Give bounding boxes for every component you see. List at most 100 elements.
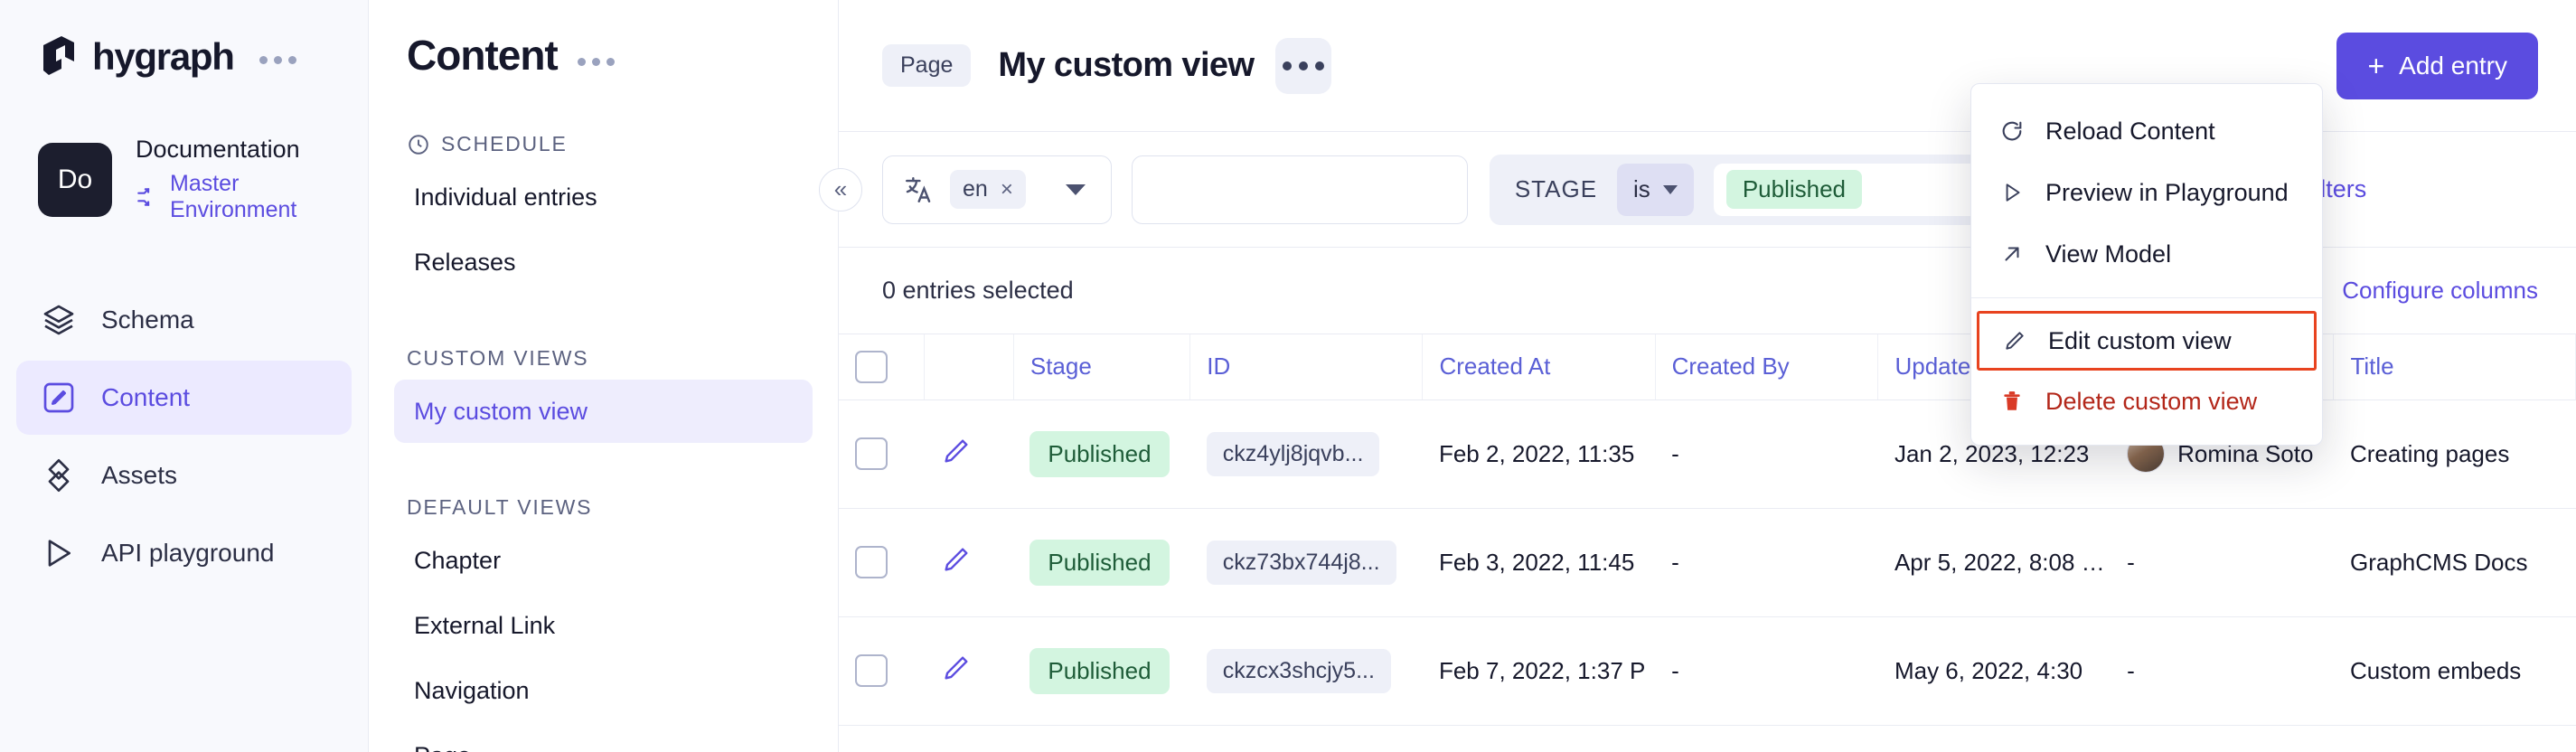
view-options-kebab-button[interactable] <box>1275 38 1331 94</box>
sidebar-item-schema[interactable]: Schema <box>16 283 352 357</box>
translate-icon <box>903 174 934 205</box>
row-checkbox[interactable] <box>855 654 888 687</box>
row-created-by: - <box>1655 616 1878 725</box>
sidebar-item-assets[interactable]: Assets <box>16 438 352 512</box>
row-select-cell[interactable] <box>839 725 925 752</box>
content-views-panel: Content SCHEDULE Individual entries Rele… <box>369 0 839 752</box>
row-title: Creating pages <box>2334 400 2576 508</box>
workspace-kebab-icon[interactable] <box>259 56 296 64</box>
menu-item-delete-custom-view[interactable]: Delete custom view <box>1971 371 2322 432</box>
locale-tag[interactable]: en × <box>950 170 1026 209</box>
row-checkbox[interactable] <box>855 546 888 578</box>
pencil-icon[interactable] <box>941 653 972 683</box>
menu-item-preview-in-playground[interactable]: Preview in Playground <box>1971 162 2322 223</box>
row-edit-cell[interactable] <box>925 400 1014 508</box>
row-updated-at: Apr 5, 2022, 8:08 … <box>1878 508 2111 616</box>
row-updated-by: - <box>2111 616 2334 725</box>
pencil-icon[interactable] <box>941 436 972 466</box>
add-entry-button[interactable]: + Add entry <box>2336 33 2538 99</box>
layers-icon <box>40 301 78 339</box>
view-options-menu: Reload Content Preview in Playground Vie… <box>1970 83 2323 446</box>
column-header-created-by[interactable]: Created By <box>1655 334 1878 400</box>
row-id-cell: ckzcx3shcjy5... <box>1190 616 1423 725</box>
hygraph-logo[interactable]: hygraph <box>38 34 234 80</box>
views-kebab-icon[interactable] <box>578 58 615 66</box>
close-icon[interactable]: × <box>1001 177 1013 202</box>
view-item-label: External Link <box>414 612 555 640</box>
plus-icon: + <box>2367 52 2384 80</box>
row-select-cell[interactable] <box>839 616 925 725</box>
select-all-checkbox[interactable] <box>855 351 888 383</box>
column-header-created-at[interactable]: Created At <box>1423 334 1655 400</box>
project-meta: Documentation Master Environment <box>136 136 368 223</box>
row-title: GraphCMS Docs <box>2334 508 2576 616</box>
section-header-custom-views: CUSTOM VIEWS <box>394 346 813 371</box>
configure-columns-link[interactable]: Configure columns <box>2342 277 2538 305</box>
row-title: Custom embeds <box>2334 616 2576 725</box>
view-item-releases[interactable]: Releases <box>394 230 813 294</box>
entry-id: ckzcx3shcjy5... <box>1207 649 1391 693</box>
view-item-navigation[interactable]: Navigation <box>394 659 813 722</box>
breadcrumb-model-chip[interactable]: Page <box>882 44 971 87</box>
stage-filter-label: STAGE <box>1515 175 1597 203</box>
menu-item-label: Reload Content <box>2045 118 2215 146</box>
column-header-stage[interactable]: Stage <box>1013 334 1189 400</box>
chevron-down-icon[interactable] <box>1066 184 1086 195</box>
view-item-page[interactable]: Page <box>394 724 813 752</box>
row-updated-at: Jan 2, 2023, 12:23 <box>1878 725 2111 752</box>
sidebar-item-content[interactable]: Content <box>16 361 352 435</box>
stage-operator-select[interactable]: is <box>1617 164 1694 216</box>
table-row[interactable]: Published ckz73bx744j8... Feb 3, 2022, 1… <box>839 508 2576 616</box>
entry-id: ckz4ylj8jqvb... <box>1207 432 1380 476</box>
menu-item-label: Delete custom view <box>2045 388 2257 416</box>
row-updated-by: - <box>2111 508 2334 616</box>
sidebar-item-api-playground[interactable]: API playground <box>16 516 352 590</box>
column-header-select[interactable] <box>839 334 925 400</box>
search-filter-box[interactable] <box>1132 155 1468 224</box>
table-row[interactable]: Published ckzd8xug0q8n... Feb 7, 2022, 7… <box>839 725 2576 752</box>
menu-item-edit-custom-view[interactable]: Edit custom view <box>1977 311 2317 371</box>
row-select-cell[interactable] <box>839 400 925 508</box>
view-item-chapter[interactable]: Chapter <box>394 529 813 592</box>
menu-item-reload-content[interactable]: Reload Content <box>1971 100 2322 162</box>
row-edit-cell[interactable] <box>925 725 1014 752</box>
locale-code: en <box>963 176 988 202</box>
chevron-double-left-icon[interactable]: « <box>819 168 862 212</box>
stage-value-pill: Published <box>1726 170 1862 209</box>
section-label: DEFAULT VIEWS <box>407 495 592 520</box>
row-created-by: - <box>1655 508 1878 616</box>
view-item-label: Individual entries <box>414 183 597 212</box>
view-item-label: Chapter <box>414 547 501 575</box>
row-select-cell[interactable] <box>839 508 925 616</box>
view-item-label: My custom view <box>414 398 588 426</box>
status-badge: Published <box>1029 540 1169 586</box>
table-body: Published ckz4ylj8jqvb... Feb 2, 2022, 1… <box>839 400 2576 752</box>
row-edit-cell[interactable] <box>925 616 1014 725</box>
row-id-cell: ckzd8xug0q8n... <box>1190 725 1423 752</box>
project-switcher[interactable]: Do Documentation Master Environment <box>0 80 368 223</box>
pencil-icon[interactable] <box>941 544 972 575</box>
view-item-external-link[interactable]: External Link <box>394 594 813 657</box>
views-title-row: Content <box>394 27 813 80</box>
brand-name: hygraph <box>92 35 234 79</box>
table-row[interactable]: Published ckzcx3shcjy5... Feb 7, 2022, 1… <box>839 616 2576 725</box>
locale-filter[interactable]: en × <box>882 155 1112 224</box>
menu-item-view-model[interactable]: View Model <box>1971 223 2322 285</box>
section-header-schedule: SCHEDULE <box>394 132 813 156</box>
section-label: SCHEDULE <box>441 132 568 156</box>
status-badge: Published <box>1029 648 1169 694</box>
trash-icon <box>1998 388 2026 415</box>
view-item-individual-entries[interactable]: Individual entries <box>394 165 813 229</box>
row-created-by: - <box>1655 400 1878 508</box>
play-icon <box>40 534 78 572</box>
row-checkbox[interactable] <box>855 437 888 470</box>
row-created-at: Feb 7, 2022, 1:37 P <box>1423 616 1655 725</box>
environment-row[interactable]: Master Environment <box>136 171 368 223</box>
column-header-id[interactable]: ID <box>1190 334 1423 400</box>
view-item-label: Page <box>414 742 471 752</box>
status-badge: Published <box>1029 431 1169 477</box>
column-header-title[interactable]: Title <box>2334 334 2576 400</box>
view-item-my-custom-view[interactable]: My custom view <box>394 380 813 443</box>
row-edit-cell[interactable] <box>925 508 1014 616</box>
add-entry-label: Add entry <box>2399 52 2507 80</box>
